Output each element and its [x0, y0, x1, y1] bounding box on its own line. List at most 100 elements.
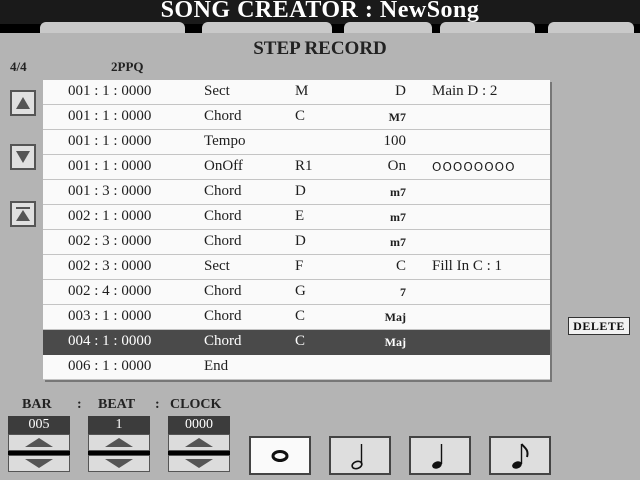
- event-type: Sect: [204, 83, 230, 99]
- event-type: Chord: [204, 283, 242, 299]
- clock-spinner: 0000: [168, 416, 230, 472]
- window-title: SONG CREATOR : NewSong: [160, 0, 480, 23]
- event-value-1: R1: [295, 158, 313, 174]
- clock-decrement-button[interactable]: [168, 455, 230, 472]
- beat-increment-button[interactable]: [88, 434, 150, 451]
- bar-increment-button[interactable]: [8, 434, 70, 451]
- beat-value[interactable]: 1: [88, 416, 150, 434]
- event-row[interactable]: 001 : 1 : 0000 Tempo 100: [43, 130, 550, 155]
- arrow-up-icon: [25, 438, 53, 447]
- triangle-down-icon: [16, 151, 30, 163]
- event-row[interactable]: 002 : 1 : 0000 Chord Em7: [43, 205, 550, 230]
- event-type: Chord: [204, 108, 242, 124]
- event-type: OnOff: [204, 158, 243, 174]
- half-note-icon: [351, 443, 363, 470]
- beat-spinner: 1: [88, 416, 150, 472]
- event-type: Chord: [204, 183, 242, 199]
- beat-label: BEAT: [98, 397, 136, 412]
- arrow-down-icon: [185, 459, 213, 468]
- event-value-2: Maj: [384, 310, 406, 324]
- clock-label: CLOCK: [170, 397, 222, 412]
- eighth-note-button[interactable]: [489, 436, 551, 475]
- event-row[interactable]: 001 : 1 : 0000 Sect M D Main D : 2: [43, 80, 550, 105]
- event-position: 002 : 3 : 0000: [68, 233, 152, 249]
- triangle-up-icon: [16, 97, 30, 109]
- event-list[interactable]: 001 : 1 : 0000 Sect M D Main D : 2 001 : 1 : …: [43, 80, 550, 380]
- event-type: End: [204, 358, 229, 374]
- quarter-note-icon: [432, 443, 443, 469]
- event-value-1: C: [295, 108, 306, 124]
- time-signature: 4/4: [10, 59, 27, 74]
- event-value-2: Maj: [384, 335, 406, 349]
- jump-to-top-icon: [16, 207, 30, 221]
- event-value-2: m7: [390, 210, 406, 224]
- event-value-1: C: [295, 333, 306, 349]
- event-value-1: D: [295, 233, 306, 249]
- event-row[interactable]: 002 : 4 : 0000 Chord G 7: [43, 280, 550, 305]
- event-value-3: Fill In C : 1: [432, 258, 503, 274]
- event-row[interactable]: 002 : 3 : 0000 Sect F C Fill In C : 1: [43, 255, 550, 280]
- event-value-2: On: [387, 158, 406, 174]
- event-position: 002 : 1 : 0000: [68, 208, 152, 224]
- bar-value[interactable]: 005: [8, 416, 70, 434]
- event-value-1: M: [295, 83, 309, 99]
- resolution-label: 2PPQ: [111, 59, 144, 74]
- event-type: Chord: [204, 308, 242, 324]
- arrow-up-icon: [185, 438, 213, 447]
- event-value-1: C: [295, 308, 306, 324]
- event-row[interactable]: 001 : 3 : 0000 Chord Dm7: [43, 180, 550, 205]
- scroll-up-button[interactable]: [10, 90, 36, 116]
- event-position: 001 : 1 : 0000: [68, 108, 152, 124]
- event-type: Chord: [204, 333, 242, 349]
- event-value-1: E: [295, 208, 305, 224]
- event-row[interactable]: 003 : 1 : 0000 Chord C Maj: [43, 305, 550, 330]
- event-position: 002 : 3 : 0000: [68, 258, 152, 274]
- event-position: 001 : 1 : 0000: [68, 133, 152, 149]
- arrow-down-icon: [25, 459, 53, 468]
- arrow-up-icon: [105, 438, 133, 447]
- event-value-2: C: [395, 258, 406, 274]
- separator: :: [77, 397, 82, 412]
- bar-spinner: 005: [8, 416, 70, 472]
- scroll-down-button[interactable]: [10, 144, 36, 170]
- event-value-2: 100: [383, 133, 407, 149]
- event-row[interactable]: 001 : 1 : 0000 Chord C M7: [43, 105, 550, 130]
- event-value-1: F: [295, 258, 304, 274]
- clock-value[interactable]: 0000: [168, 416, 230, 434]
- event-value-3: Main D : 2: [432, 83, 498, 99]
- event-type: Sect: [204, 258, 230, 274]
- event-position: 004 : 1 : 0000: [68, 333, 152, 349]
- event-position: 001 : 3 : 0000: [68, 183, 152, 199]
- event-row[interactable]: 004 : 1 : 0000 Chord C Maj: [43, 330, 550, 355]
- event-value-2: D: [395, 83, 406, 99]
- beat-decrement-button[interactable]: [88, 455, 150, 472]
- event-value-2: m7: [390, 185, 406, 199]
- separator: :: [155, 397, 160, 412]
- title-bar: SONG CREATOR : NewSong: [0, 0, 640, 24]
- event-row[interactable]: 002 : 3 : 0000 Chord Dm7: [43, 230, 550, 255]
- event-row[interactable]: 006 : 1 : 0000 End: [43, 355, 550, 380]
- event-position: 002 : 4 : 0000: [68, 283, 152, 299]
- jump-to-top-button[interactable]: [10, 201, 36, 227]
- event-value-3: OOOOOOOO: [432, 160, 516, 174]
- whole-note-button[interactable]: [249, 436, 311, 475]
- event-value-2: m7: [390, 235, 406, 249]
- event-type: Chord: [204, 208, 242, 224]
- event-row[interactable]: 001 : 1 : 0000 OnOff R1 On OOOOOOOO: [43, 155, 550, 180]
- event-position: 001 : 1 : 0000: [68, 83, 152, 99]
- clock-increment-button[interactable]: [168, 434, 230, 451]
- bar-decrement-button[interactable]: [8, 455, 70, 472]
- delete-button[interactable]: DELETE: [568, 317, 630, 335]
- event-type: Tempo: [204, 133, 246, 149]
- event-type: Chord: [204, 233, 242, 249]
- eighth-note-icon: [512, 442, 529, 469]
- event-value-2: M7: [388, 110, 406, 124]
- quarter-note-button[interactable]: [409, 436, 471, 475]
- bar-label: BAR: [22, 397, 52, 412]
- event-position: 003 : 1 : 0000: [68, 308, 152, 324]
- whole-note-icon: [271, 449, 289, 462]
- arrow-down-icon: [105, 459, 133, 468]
- half-note-button[interactable]: [329, 436, 391, 475]
- event-value-1: D: [295, 183, 306, 199]
- event-position: 006 : 1 : 0000: [68, 358, 152, 374]
